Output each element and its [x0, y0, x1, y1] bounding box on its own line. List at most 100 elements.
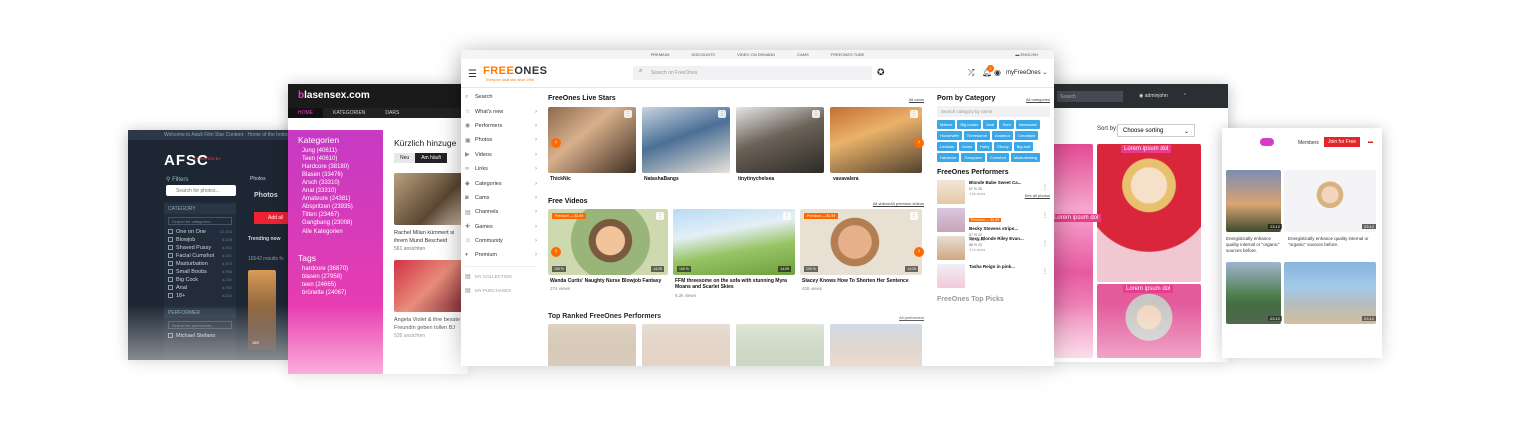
topbar-premium[interactable]: PREMIUM [651, 52, 670, 59]
category-pill[interactable]: Interracial [1015, 120, 1040, 129]
blasen-nav-categories[interactable]: KATEGORIEN [323, 108, 375, 118]
more-options-icon[interactable]: ⋮ [718, 110, 726, 118]
tube-caption[interactable]: Energistically enhance quality internal … [1226, 236, 1284, 254]
checkbox[interactable] [168, 293, 173, 298]
topbar-discounts[interactable]: DISCOUNTS [692, 52, 716, 59]
sidebar-item-cams[interactable]: ◙ Cams › [461, 191, 541, 205]
sidebar-my-purchases[interactable]: ▤ MY PURCHASES [461, 284, 541, 298]
performer-title[interactable]: Tasha Reign in pink... [969, 264, 1015, 269]
afsc-performer-item[interactable]: Michael Stefano [164, 332, 236, 340]
free-video-thumb[interactable]: Premium — $1.99 ⋮ 100 % 14:29 [548, 209, 668, 275]
blasen-all-categories[interactable]: Alle Kategorien [302, 229, 383, 235]
checkbox[interactable] [168, 253, 173, 258]
live-stars-all-link[interactable]: All cams [909, 97, 924, 102]
blasen-category-link[interactable]: Blasen (33476) [302, 172, 383, 178]
category-pill[interactable]: Ebony [994, 142, 1012, 151]
blasen-category-link[interactable]: Jung (40611) [302, 148, 383, 154]
performer-item[interactable]: Tasha Reign in pink... ⋮ [937, 264, 1050, 288]
tube-thumb[interactable] [1226, 262, 1281, 324]
afsc-category-item[interactable]: Masturbation 5,574 [164, 260, 236, 268]
blasen-video2-caption[interactable]: Angela Violet & ihre besste Freundin geb… [394, 316, 468, 332]
carousel-prev-icon[interactable]: ‹ [551, 138, 561, 148]
topbar-vod[interactable]: VIDEO ON DEMAND [737, 52, 775, 59]
afsc-category-item[interactable]: Small Boobs 4,996 [164, 268, 236, 276]
live-star-thumb[interactable]: ⋮ [736, 107, 824, 173]
free-video-thumb[interactable]: Premium — $1.99 ⋮ 100 % 14:29 [800, 209, 922, 275]
blasen-category-link[interactable]: Hardcore (38180) [302, 164, 383, 170]
checkbox[interactable] [168, 261, 173, 266]
category-pill[interactable]: Anal [983, 120, 998, 129]
freeones-logo[interactable]: FREEONES [483, 65, 548, 77]
category-pill[interactable]: Asian [959, 142, 976, 151]
category-pill[interactable]: Hardcore [937, 153, 960, 162]
top-performer-thumb[interactable] [736, 324, 824, 366]
live-star-thumb[interactable]: ⋮ [642, 107, 730, 173]
category-pill[interactable]: Cumshot [986, 153, 1009, 162]
live-star-thumb[interactable]: ⋮ [830, 107, 922, 173]
more-options-icon[interactable]: ⋮ [1042, 240, 1048, 247]
admin-thumb-main[interactable] [1097, 144, 1201, 282]
blasen-nav-dars[interactable]: DARS [375, 108, 409, 118]
blasen-frequent-button[interactable]: Am häufi [415, 153, 447, 163]
blasen-category-link[interactable]: Abspritzen (23935) [302, 204, 383, 210]
sidebar-item-categories[interactable]: ◆ Categories › [461, 176, 541, 190]
blasen-tag-link[interactable]: blasen (27958) [302, 274, 383, 280]
blasen-tag-link[interactable]: brünette (24067) [302, 290, 383, 296]
blasen-nav-home[interactable]: HOME [288, 108, 323, 118]
tube-thumb[interactable] [1284, 170, 1376, 232]
afsc-category-item[interactable]: Anal 3,992 [164, 284, 236, 292]
sidebar-item-what-s-new[interactable]: ☆ What's new › [461, 104, 541, 118]
category-pill[interactable]: Creampie [1015, 131, 1039, 140]
tube-caption[interactable]: Energistically enhance quality internal … [1288, 236, 1374, 248]
performer-item[interactable]: Sexy Blonde Riley Evan... 88 % 23 3.1k vie… [937, 236, 1050, 260]
sidebar-my-collection[interactable]: ▤ MY COLLECTION [461, 270, 541, 284]
account-icon[interactable]: ◉ [994, 68, 1001, 77]
top-performer-thumb[interactable] [642, 324, 730, 366]
admin-thumb-left[interactable] [1051, 144, 1093, 358]
sidebar-item-channels[interactable]: ▤ Channels › [461, 205, 541, 219]
performer-item[interactable]: Premium — $1.99 Becky Stevens strips... 67… [937, 208, 1050, 242]
category-all-link[interactable]: All categories [1026, 97, 1050, 102]
hamburger-menu-icon[interactable]: ☰ [468, 69, 477, 80]
afsc-category-item[interactable]: One on One 12,443 [164, 228, 236, 236]
discover-icon[interactable]: ✪ [877, 67, 885, 78]
performer-thumb[interactable] [937, 264, 965, 288]
top-performer-thumb[interactable] [548, 324, 636, 366]
performer-title[interactable]: Becky Stevens strips... [969, 226, 1018, 231]
afsc-category-item[interactable]: Blowjob 8,028 [164, 236, 236, 244]
afsc-performer-header[interactable]: PERFORMER [164, 308, 236, 318]
category-pill[interactable]: Housewife [937, 131, 962, 140]
checkbox[interactable] [168, 285, 173, 290]
checkbox[interactable] [168, 277, 173, 282]
my-freeones-menu[interactable]: myFreeOnes ⌄ [1006, 69, 1047, 76]
top-performer-thumb[interactable] [830, 324, 922, 366]
free-video-caption[interactable]: Wanda Curtis' Naughty Nurse Blowjob Fant… [550, 278, 668, 284]
chevron-up-icon[interactable]: ⌃ [1183, 93, 1187, 99]
sidebar-item-premium[interactable]: ♦ Premium › [461, 248, 541, 262]
shuffle-icon[interactable]: ⤮ [968, 68, 974, 78]
free-videos-all-link[interactable]: All videos [873, 201, 890, 206]
free-video-thumb[interactable]: ⋮ 100 % 14:29 [673, 209, 795, 275]
afsc-photo-search[interactable]: Search for photos... [166, 185, 236, 196]
afsc-category-header[interactable]: CATEGORY [164, 204, 236, 214]
admin-thumb-second[interactable] [1097, 284, 1201, 358]
more-options-icon[interactable]: ⋮ [1042, 184, 1048, 191]
category-pill[interactable]: Teen [999, 120, 1014, 129]
afsc-category-item[interactable]: 18+ 3,524 [164, 292, 236, 300]
tube-members-link[interactable]: Members [1298, 140, 1319, 146]
afsc-category-item[interactable]: Shaved Pussy 6,542 [164, 244, 236, 252]
category-pill[interactable]: Masturbating [1010, 153, 1040, 162]
more-options-icon[interactable]: ⋮ [1042, 212, 1048, 219]
category-pill[interactable]: Mature [937, 120, 956, 129]
checkbox[interactable] [168, 237, 173, 242]
performer-item[interactable]: Blonde Babe Sweet Ca... 67 % 28 4.6k views… [937, 180, 1050, 204]
afsc-photos-crumb[interactable]: Photos [250, 176, 266, 182]
blasen-logo[interactable]: blasensex.com [288, 84, 468, 108]
live-star-name[interactable]: ThickNic [550, 176, 571, 182]
blasen-tag-link[interactable]: hardcore (36870) [302, 266, 383, 272]
carousel-next-icon[interactable]: › [914, 247, 924, 257]
free-videos-premium-link[interactable]: All premium videos [890, 201, 924, 206]
tube-join-button[interactable]: Join for Free [1324, 137, 1361, 147]
blasen-video1-thumb[interactable] [394, 173, 468, 225]
category-pill[interactable]: Groupsex [961, 153, 985, 162]
